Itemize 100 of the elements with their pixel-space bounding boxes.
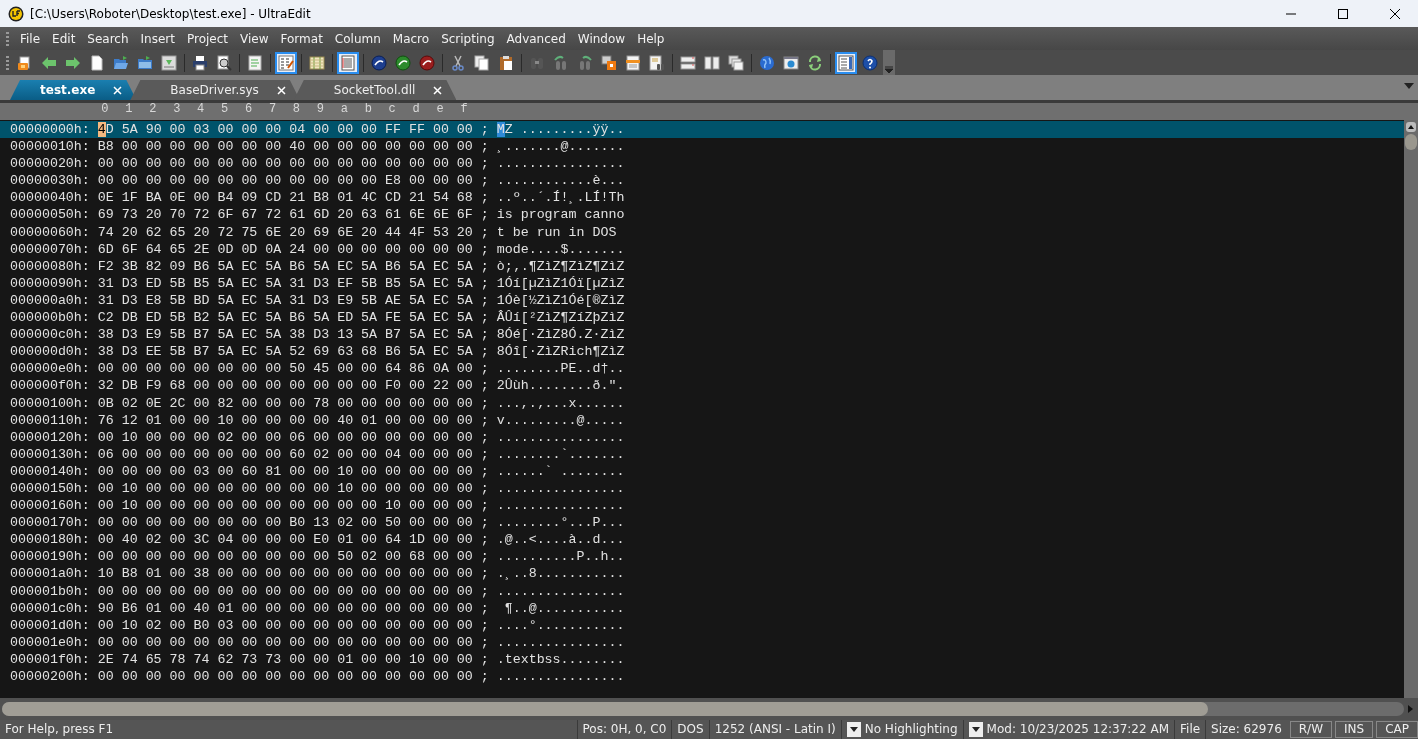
ascii-text[interactable]: 1Óè[½ZìZ1Óé[®ZìZ [496,291,625,310]
hex-bytes[interactable]: F2 3B 82 09 B6 5A EC 5A B6 5A EC 5A B6 5A EC 5A [97,257,473,275]
ascii-text[interactable]: ..........P..h.. [496,548,625,566]
menu-item[interactable]: File [14,29,47,48]
hex-bytes[interactable]: 6D 6F 64 65 2E 0D 0D 0A 24 00 00 00 00 00 00 00 [97,240,473,258]
hex-bytes[interactable]: 00 00 00 00 00 00 00 00 00 00 00 00 E8 00 00 00 [97,172,473,190]
ascii-text[interactable]: ........PE..d†.. [496,360,625,378]
hex-bytes[interactable]: 0B 02 0E 2C 00 82 00 00 00 78 00 00 00 00 00 00 [97,394,473,412]
menu-item[interactable]: Column [328,29,387,48]
status-text: Mod: 10/23/2025 12:37:22 AM [986,721,1169,738]
hex-bytes[interactable]: 00 00 00 00 00 00 00 00 00 00 50 02 00 68 00 00 [97,548,473,566]
close-icon[interactable] [276,85,286,95]
hex-bytes[interactable]: 00 00 00 00 00 00 00 00 00 00 00 00 00 00 00 00 [97,582,473,600]
hex-bytes[interactable]: 00 10 00 00 00 00 00 00 00 00 10 00 00 00 00 00 [97,479,473,498]
toolbar-button[interactable] [835,51,857,74]
ascii-text[interactable]: t be run in DOS [496,223,625,241]
horizontal-scrollbar[interactable] [0,698,1418,720]
ascii-text[interactable]: ...,.‚...x...... [496,394,625,412]
ascii-text[interactable]: .¸..8........... [496,565,625,583]
toolbar-button[interactable] [337,51,359,74]
ascii-text[interactable]: 8Óî[·ZìZRich¶ZìZ [496,343,625,361]
ascii-text[interactable]: ¶..@........... [496,599,625,617]
offset-label: 000001f0h: [10,650,90,668]
close-icon[interactable] [113,85,123,95]
hex-bytes[interactable]: 00 10 00 00 00 00 00 00 00 00 00 00 10 00 00 00 [97,497,473,515]
ascii-text[interactable]: is program canno [496,206,625,224]
hex-bytes[interactable]: 00 10 02 00 B0 03 00 00 00 00 00 00 00 00 00 00 [97,616,473,634]
ascii-text[interactable]: ................ [496,633,625,651]
menu-item[interactable]: Advanced [500,29,572,48]
hex-bytes[interactable]: 32 DB F9 68 00 00 00 00 00 00 00 00 F0 00 22 00 [97,377,473,395]
hex-bytes[interactable]: 31 D3 ED 5B B5 5A EC 5A 31 D3 EF 5B B5 5A EC 5A [97,274,473,292]
hex-bytes[interactable]: 06 00 00 00 00 00 00 00 60 02 00 00 04 00 00 00 [97,445,473,463]
ascii-text[interactable]: ................ [496,479,625,498]
menu-item[interactable]: Project [181,29,235,48]
menu-item[interactable]: Search [81,29,135,48]
ascii-text[interactable]: ........°...P... [496,514,625,532]
vertical-scrollbar[interactable] [1404,120,1418,698]
scroll-up-icon[interactable] [1406,122,1416,132]
scroll-thumb[interactable] [2,702,1208,716]
hex-bytes[interactable]: 90 B6 01 00 40 01 00 00 00 00 00 00 00 00 00 00 [97,599,473,617]
ascii-text[interactable]: MZ .........ÿÿ.. [496,121,625,139]
menu-item[interactable]: Insert [134,29,181,48]
menu-item[interactable]: Edit [46,29,82,48]
ascii-text[interactable]: ................ [496,155,625,173]
hex-bytes[interactable]: C2 DB ED 5B B2 5A EC 5A B6 5A ED 5A FE 5A EC 5A [97,309,473,327]
hex-bytes[interactable]: 4D 5A 90 00 03 00 00 00 04 00 00 00 FF FF 00 00 [97,121,473,139]
separator: ; [480,377,489,395]
ascii-text[interactable]: ................ [496,497,625,515]
ascii-text[interactable]: 1Óí[µZìZ1Óï[µZìZ [496,274,625,292]
offset-label: 00000150h: [10,479,90,498]
ascii-text[interactable]: ....°........... [496,616,625,634]
dropdown-icon[interactable] [1404,83,1414,89]
ascii-text[interactable]: 2Ûùh........ð.". [496,377,625,395]
hex-bytes[interactable]: 00 00 00 00 00 00 00 00 B0 13 02 00 50 00 00 00 [97,514,473,532]
hex-bytes[interactable]: 00 40 02 00 3C 04 00 00 00 E0 01 00 64 1D 00 00 [97,531,473,549]
menu-item[interactable]: View [234,29,275,48]
hex-bytes[interactable]: B8 00 00 00 00 00 00 00 40 00 00 00 00 00 00 00 [97,138,473,156]
ascii-text[interactable]: ......` ........ [496,462,625,480]
hex-bytes[interactable]: 00 00 00 00 00 00 00 00 00 00 00 00 00 00 00 00 [97,155,473,173]
offset-label: 00000200h: [10,668,90,686]
ascii-text[interactable]: ........`....... [496,445,625,463]
menu-item[interactable]: Window [571,29,632,48]
menu-item[interactable]: Macro [386,29,436,48]
hex-bytes[interactable]: 00 00 00 00 00 00 00 00 00 00 00 00 00 00 00 00 [97,668,473,686]
ascii-text[interactable]: ..º..´.Í!¸.LÍ!Th [496,189,625,207]
close-icon[interactable] [433,85,443,95]
ascii-text[interactable]: 8Óé[·ZìZ8Ó.Z·ZìZ [496,326,625,344]
hex-bytes[interactable]: 38 D3 E9 5B B7 5A EC 5A 38 D3 13 5A B7 5A EC 5A [97,326,473,344]
ascii-text[interactable]: ò;‚.¶ZìZ¶ZìZ¶ZìZ [496,257,625,275]
ascii-text[interactable]: ¸.......@....... [496,138,625,156]
hex-bytes[interactable]: 00 00 00 00 03 00 60 81 00 00 10 00 00 00 00 00 [97,462,473,480]
hex-bytes[interactable]: 74 20 62 65 20 72 75 6E 20 69 6E 20 44 4F 53 20 [97,223,473,241]
hex-bytes[interactable]: 69 73 20 70 72 6F 67 72 61 6D 20 63 61 6E 6E 6F [97,206,473,224]
ruler-label: 6 [244,103,254,115]
hex-bytes[interactable]: 31 D3 E8 5B BD 5A EC 5A 31 D3 E9 5B AE 5A EC 5A [97,291,473,310]
hex-bytes[interactable]: 10 B8 01 00 38 00 00 00 00 00 00 00 00 00 00 00 [97,565,473,583]
scroll-thumb[interactable] [1405,134,1417,150]
ascii-text[interactable]: ................ [496,428,625,446]
toolbar-button[interactable] [275,51,297,74]
hex-bytes[interactable]: 76 12 01 00 00 10 00 00 00 00 40 01 00 00 00 00 [97,411,473,429]
menu-item[interactable]: Format [274,29,329,48]
dropdown-button[interactable] [968,722,983,737]
hex-bytes[interactable]: 2E 74 65 78 74 62 73 73 00 00 01 00 00 10 00 00 [97,650,473,668]
hex-bytes[interactable]: 38 D3 EE 5B B7 5A EC 5A 52 69 63 68 B6 5A EC 5A [97,343,473,361]
ascii-text[interactable]: .textbss........ [496,650,625,668]
hex-bytes[interactable]: 0E 1F BA 0E 00 B4 09 CD 21 B8 01 4C CD 21 54 68 [97,189,473,207]
ascii-text[interactable]: .@..<....à..d... [496,531,625,549]
separator: ; [480,138,489,156]
ascii-text[interactable]: mode....$....... [496,240,625,258]
ascii-text[interactable]: ÂÛí[²ZìZ¶ZíZþZìZ [496,309,625,327]
menu-item[interactable]: Scripting [435,29,501,48]
hex-bytes[interactable]: 00 00 00 00 00 00 00 00 00 00 00 00 00 00 00 00 [97,633,473,651]
hex-bytes[interactable]: 00 10 00 00 00 02 00 00 06 00 00 00 00 00 00 00 [97,428,473,446]
ascii-text[interactable]: ............è... [496,172,625,190]
menu-item[interactable]: Help [631,29,671,48]
dropdown-button[interactable] [846,722,861,737]
ascii-text[interactable]: v.........@..... [496,411,625,429]
ascii-text[interactable]: ................ [496,582,625,600]
hex-bytes[interactable]: 00 00 00 00 00 00 00 00 50 45 00 00 64 86 0A 00 [97,360,473,378]
ascii-text[interactable]: ................ [496,668,625,686]
